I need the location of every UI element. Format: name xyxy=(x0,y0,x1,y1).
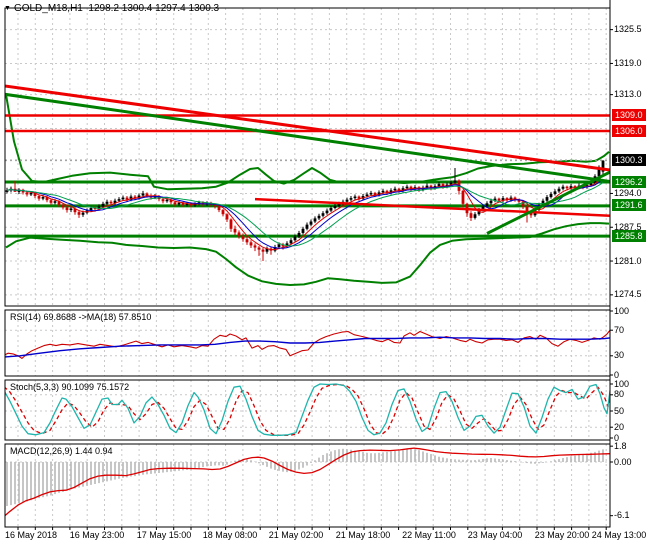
price-badge: 1306.0 xyxy=(612,124,646,137)
stoch-indicator-label: Stoch(5,3,3) 90.1099 75.1572 xyxy=(10,382,130,392)
date-label: 23 May 20:00 xyxy=(534,530,590,540)
stoch-tick-label: 80 xyxy=(614,389,625,400)
date-label: 16 May 23:00 xyxy=(69,530,125,540)
main-chart-area[interactable] xyxy=(5,8,610,306)
price-badge: 1309.0 xyxy=(612,108,646,121)
rsi-tick-label: 30 xyxy=(614,350,625,361)
price-tick-label: 1274.5 xyxy=(614,289,642,300)
rsi-tick-label: 70 xyxy=(614,324,625,335)
price-tick-label: 1281.0 xyxy=(614,255,642,266)
price-tick-label: 1319.0 xyxy=(614,57,642,68)
price-tick-label: 1313.0 xyxy=(614,89,642,100)
symbol-dropdown-icon: ▼ xyxy=(4,5,11,12)
stoch-tick-label: 50 xyxy=(614,405,625,416)
date-label: 21 May 02:00 xyxy=(268,530,324,540)
macd-tick-label: 0.00 xyxy=(614,456,632,467)
chart-title: ▼ GOLD_M18,H1 1298.2 1300.4 1297.4 1300.3 xyxy=(4,3,219,14)
price-badge: 1285.8 xyxy=(612,229,646,242)
date-label: 16 May 2018 xyxy=(4,530,58,540)
date-label: 22 May 11:00 xyxy=(402,530,456,540)
rsi-tick-label: 100 xyxy=(614,305,630,316)
price-badge: 1300.3 xyxy=(612,154,646,167)
chart-ohlc-values: 1298.2 1300.4 1297.4 1300.3 xyxy=(88,3,220,14)
rsi-indicator-label: RSI(14) 69.8688 ->MA(18) 57.8510 xyxy=(10,312,152,322)
price-tick-label: 1325.5 xyxy=(614,24,642,35)
price-badge: 1296.2 xyxy=(612,175,646,188)
stoch-tick-label: 100 xyxy=(614,378,630,389)
chart-symbol: GOLD_M18,H1 xyxy=(13,3,83,14)
date-label: 21 May 18:00 xyxy=(335,530,391,540)
date-label: 23 May 04:00 xyxy=(467,530,523,540)
date-label: 17 May 15:00 xyxy=(136,530,192,540)
macd-tick-label: 1.8 xyxy=(614,440,627,451)
macd-tick-label: -6.1 xyxy=(614,510,630,521)
date-label: 18 May 08:00 xyxy=(202,530,258,540)
price-badge: 1291.6 xyxy=(612,199,646,212)
price-tick-label: 1294.0 xyxy=(614,187,642,198)
stoch-tick-label: 20 xyxy=(614,421,625,432)
date-label: 24 May 13:00 xyxy=(591,530,647,540)
macd-panel[interactable] xyxy=(5,444,610,527)
macd-indicator-label: MACD(12,26,9) 1.44 0.94 xyxy=(10,446,113,456)
trading-chart-window: ▼ GOLD_M18,H1 1298.2 1300.4 1297.4 1300.3… xyxy=(0,0,650,550)
